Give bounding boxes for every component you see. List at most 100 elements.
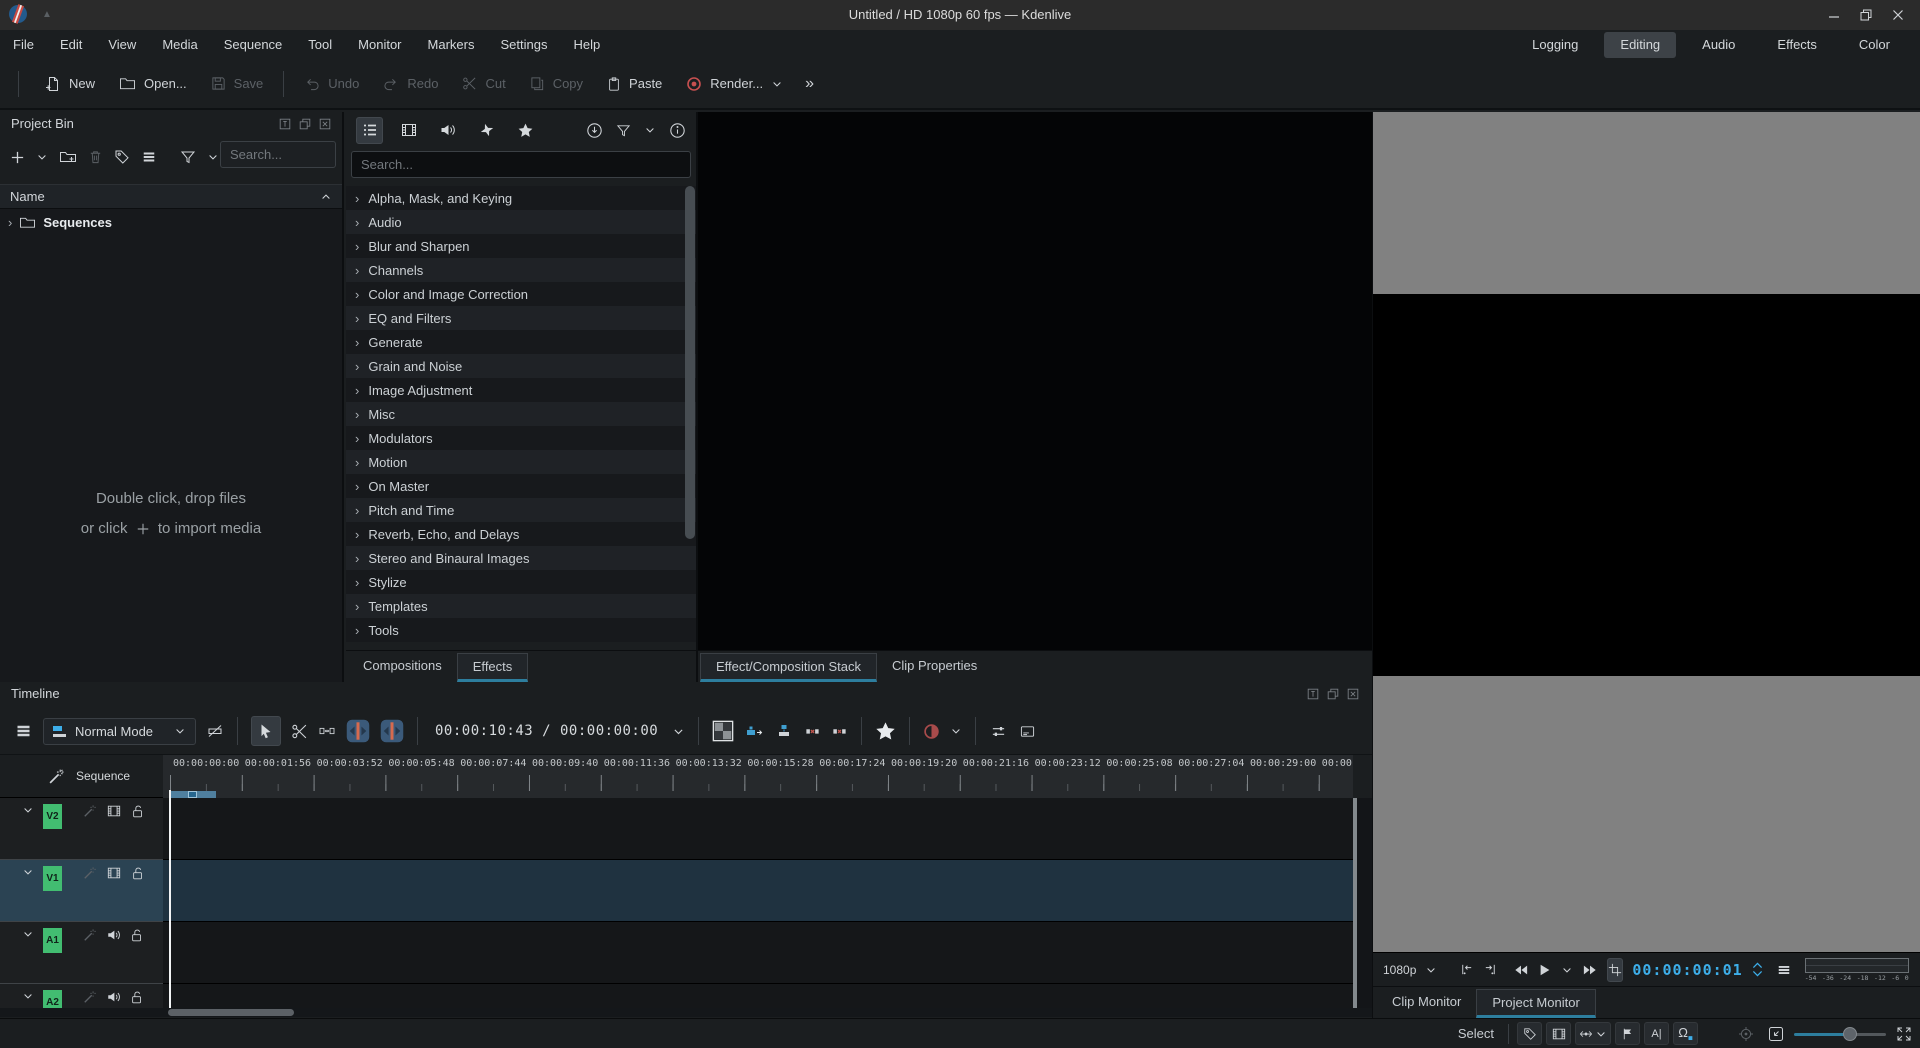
expand-chevron-icon[interactable]: › xyxy=(355,479,359,494)
sequence-effects-wand-icon[interactable] xyxy=(48,768,65,785)
menu-item-monitor[interactable]: Monitor xyxy=(345,30,414,59)
workspace-audio[interactable]: Audio xyxy=(1686,32,1751,58)
move-button[interactable] xyxy=(1575,1022,1611,1045)
extract-zone-icon[interactable] xyxy=(804,724,821,738)
name-column-header[interactable]: Name xyxy=(0,184,342,209)
download-effects-icon[interactable] xyxy=(586,122,603,139)
expand-chevron-icon[interactable]: › xyxy=(355,191,359,206)
workspace-editing[interactable]: Editing xyxy=(1604,32,1676,58)
audio-thumbnails-button[interactable]: Ω■ xyxy=(1673,1022,1698,1045)
effect-category[interactable]: › Templates xyxy=(346,594,696,618)
expand-chevron-icon[interactable]: › xyxy=(355,407,359,422)
show-video-icon[interactable] xyxy=(106,866,122,880)
expand-chevron-icon[interactable]: › xyxy=(355,575,359,590)
monitor-resolution-select[interactable]: 1080p xyxy=(1383,963,1437,977)
record-chevron-icon[interactable] xyxy=(950,725,962,737)
monitor-menu-icon[interactable] xyxy=(1776,963,1792,977)
expand-chevron-icon[interactable]: › xyxy=(355,263,359,278)
track-effects-wand-icon[interactable] xyxy=(83,928,97,942)
effect-category[interactable]: › EQ and Filters xyxy=(346,306,696,330)
open-button[interactable]: Open... xyxy=(107,67,199,101)
insert-zone-icon[interactable] xyxy=(744,723,764,739)
effect-category[interactable]: › Motion xyxy=(346,450,696,474)
effect-category[interactable]: › Stereo and Binaural Images xyxy=(346,546,696,570)
effect-category[interactable]: › On Master xyxy=(346,474,696,498)
project-bin-search-input[interactable] xyxy=(220,141,336,168)
video-effects-icon[interactable] xyxy=(395,117,422,144)
menu-item-view[interactable]: View xyxy=(95,30,149,59)
timeline-zoom-slider[interactable] xyxy=(1794,1027,1886,1041)
menu-item-edit[interactable]: Edit xyxy=(47,30,95,59)
effect-category[interactable]: › Audio xyxy=(346,210,696,234)
expand-chevron-icon[interactable]: › xyxy=(355,551,359,566)
track-tag-V2[interactable]: V2 xyxy=(43,804,62,829)
expand-chevron-icon[interactable]: › xyxy=(355,383,359,398)
menu-item-markers[interactable]: Markers xyxy=(415,30,488,59)
favorites-star-icon[interactable] xyxy=(512,117,539,144)
expand-chevron-icon[interactable]: › xyxy=(8,215,12,230)
selection-tool-button[interactable] xyxy=(251,716,281,746)
expand-chevron-icon[interactable]: › xyxy=(355,527,359,542)
track-effects-wand-icon[interactable] xyxy=(83,990,97,1004)
expand-chevron-icon[interactable]: › xyxy=(355,359,359,374)
new-button[interactable]: New xyxy=(33,67,107,101)
rewind-icon[interactable] xyxy=(1513,963,1529,977)
expand-chevron-icon[interactable]: › xyxy=(355,287,359,302)
minimize-button[interactable] xyxy=(1818,0,1850,30)
effect-category[interactable]: › Stylize xyxy=(346,570,696,594)
lock-track-icon[interactable] xyxy=(131,866,145,881)
tab-effect-composition-stack[interactable]: Effect/Composition Stack xyxy=(700,653,877,682)
float-panel-icon[interactable] xyxy=(298,117,312,131)
audio-mixer-icon[interactable] xyxy=(989,724,1008,739)
pin-panel-icon[interactable] xyxy=(278,117,292,131)
collapse-chevron-icon[interactable] xyxy=(320,191,332,203)
add-clip-icon[interactable] xyxy=(10,150,25,165)
tags-icon[interactable] xyxy=(114,149,130,165)
track-header-V1[interactable]: V1 xyxy=(0,860,163,922)
effect-category[interactable]: › Pitch and Time xyxy=(346,498,696,522)
thumbnails-button[interactable] xyxy=(1546,1022,1571,1045)
set-zone-out-icon[interactable] xyxy=(1483,962,1498,977)
effect-category[interactable]: › Misc xyxy=(346,402,696,426)
track-lane-A1[interactable] xyxy=(163,922,1353,984)
effect-category[interactable]: › Generate xyxy=(346,330,696,354)
effect-category[interactable]: › Channels xyxy=(346,258,696,282)
expand-chevron-icon[interactable]: › xyxy=(355,503,359,518)
toolbar-overflow-icon[interactable]: » xyxy=(805,75,814,93)
effect-category[interactable]: › Reverb, Echo, and Delays xyxy=(346,522,696,546)
timeline-vertical-scrollbar[interactable] xyxy=(1353,798,1357,1008)
expand-chevron-icon[interactable]: › xyxy=(355,215,359,230)
razor-tool-icon[interactable] xyxy=(291,723,308,740)
track-lane-V2[interactable] xyxy=(163,798,1353,860)
restore-button[interactable] xyxy=(1850,0,1882,30)
favorite-effects-icon[interactable] xyxy=(875,721,896,742)
edit-mode-select[interactable]: Normal Mode xyxy=(43,718,196,745)
effect-category[interactable]: › Color and Image Correction xyxy=(346,282,696,306)
title-text-button[interactable]: A| xyxy=(1644,1022,1669,1045)
track-effects-wand-icon[interactable] xyxy=(83,804,97,818)
workspace-logging[interactable]: Logging xyxy=(1516,32,1594,58)
effect-category[interactable]: › Image Adjustment xyxy=(346,378,696,402)
overwrite-zone-icon[interactable] xyxy=(774,723,794,739)
audio-effects-icon[interactable] xyxy=(434,117,461,144)
play-chevron-icon[interactable] xyxy=(1561,964,1573,976)
expand-chevron-icon[interactable]: › xyxy=(355,431,359,446)
close-button[interactable] xyxy=(1882,0,1914,30)
collapse-track-chevron-icon[interactable] xyxy=(22,866,34,878)
mute-audio-icon[interactable] xyxy=(106,928,121,942)
expand-chevron-icon[interactable]: › xyxy=(355,239,359,254)
monitor-timecode[interactable]: 00:00:00:01 xyxy=(1632,961,1742,979)
track-header-A2[interactable]: A2 xyxy=(0,984,163,1008)
monitor-video-area[interactable] xyxy=(1373,294,1920,676)
tab-project-monitor[interactable]: Project Monitor xyxy=(1476,989,1595,1018)
lock-track-icon[interactable] xyxy=(130,928,144,943)
lock-track-icon[interactable] xyxy=(130,990,144,1005)
mute-audio-icon[interactable] xyxy=(106,990,121,1004)
track-lane-A2[interactable] xyxy=(163,984,1353,1008)
menu-item-sequence[interactable]: Sequence xyxy=(211,30,296,59)
expand-chevron-icon[interactable]: › xyxy=(355,311,359,326)
tab-compositions[interactable]: Compositions xyxy=(348,653,457,682)
filter-icon[interactable] xyxy=(616,123,631,138)
effect-category[interactable]: › Alpha, Mask, and Keying xyxy=(346,186,696,210)
zone-mode-button[interactable] xyxy=(1607,958,1623,982)
